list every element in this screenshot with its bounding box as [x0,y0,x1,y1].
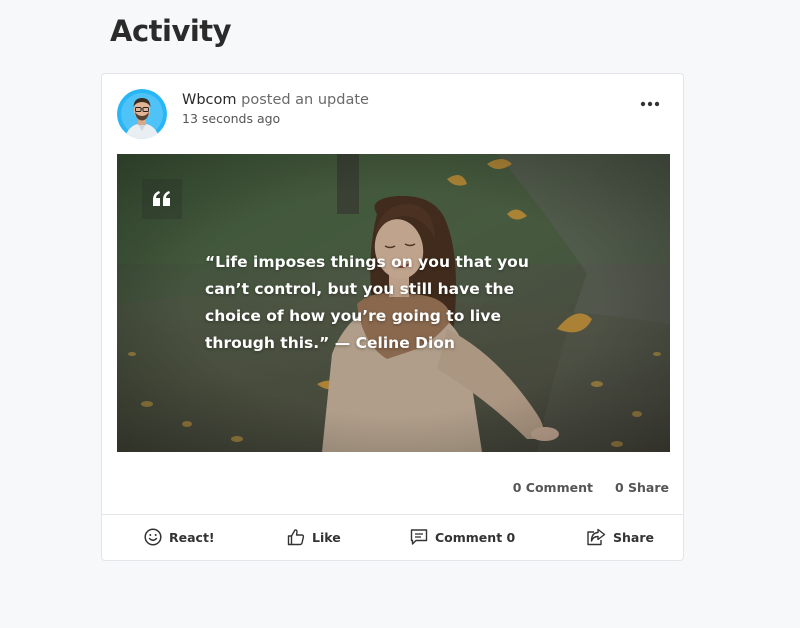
activity-post-card: Wbcom posted an update 13 seconds ago “L… [101,73,684,561]
share-label: Share [613,529,654,545]
comment-icon [410,528,428,546]
ellipsis-icon [639,97,661,116]
like-label: Like [312,529,341,545]
react-label: React! [169,529,215,545]
quote-text: “Life imposes things on you that you can… [205,253,529,352]
post-action-text: posted an update [241,92,369,108]
share-count[interactable]: 0 Share [615,480,669,495]
post-header: Wbcom posted an update 13 seconds ago [182,90,369,126]
quote-icon [142,179,182,219]
post-timestamp[interactable]: 13 seconds ago [182,111,369,126]
post-meta-line: Wbcom posted an update [182,90,369,110]
like-button[interactable]: Like [287,528,341,546]
avatar[interactable] [117,89,167,139]
share-icon [586,528,606,546]
post-counts: 0 Comment 0 Share [513,480,669,495]
comment-count[interactable]: 0 Comment [513,480,593,495]
share-button[interactable]: Share [586,528,654,546]
author-name[interactable]: Wbcom [182,92,237,108]
quote-background-image: “Life imposes things on you that you can… [117,154,670,452]
comment-label: Comment 0 [435,529,516,545]
react-button[interactable]: React! [144,528,215,546]
page-title: Activity [110,14,232,48]
comment-button[interactable]: Comment 0 [410,528,515,546]
smile-icon [144,528,162,546]
post-actions-bar: React! Like Comment 0 Share [102,514,683,562]
more-options-button[interactable] [639,96,661,112]
thumbs-up-icon [287,528,305,546]
